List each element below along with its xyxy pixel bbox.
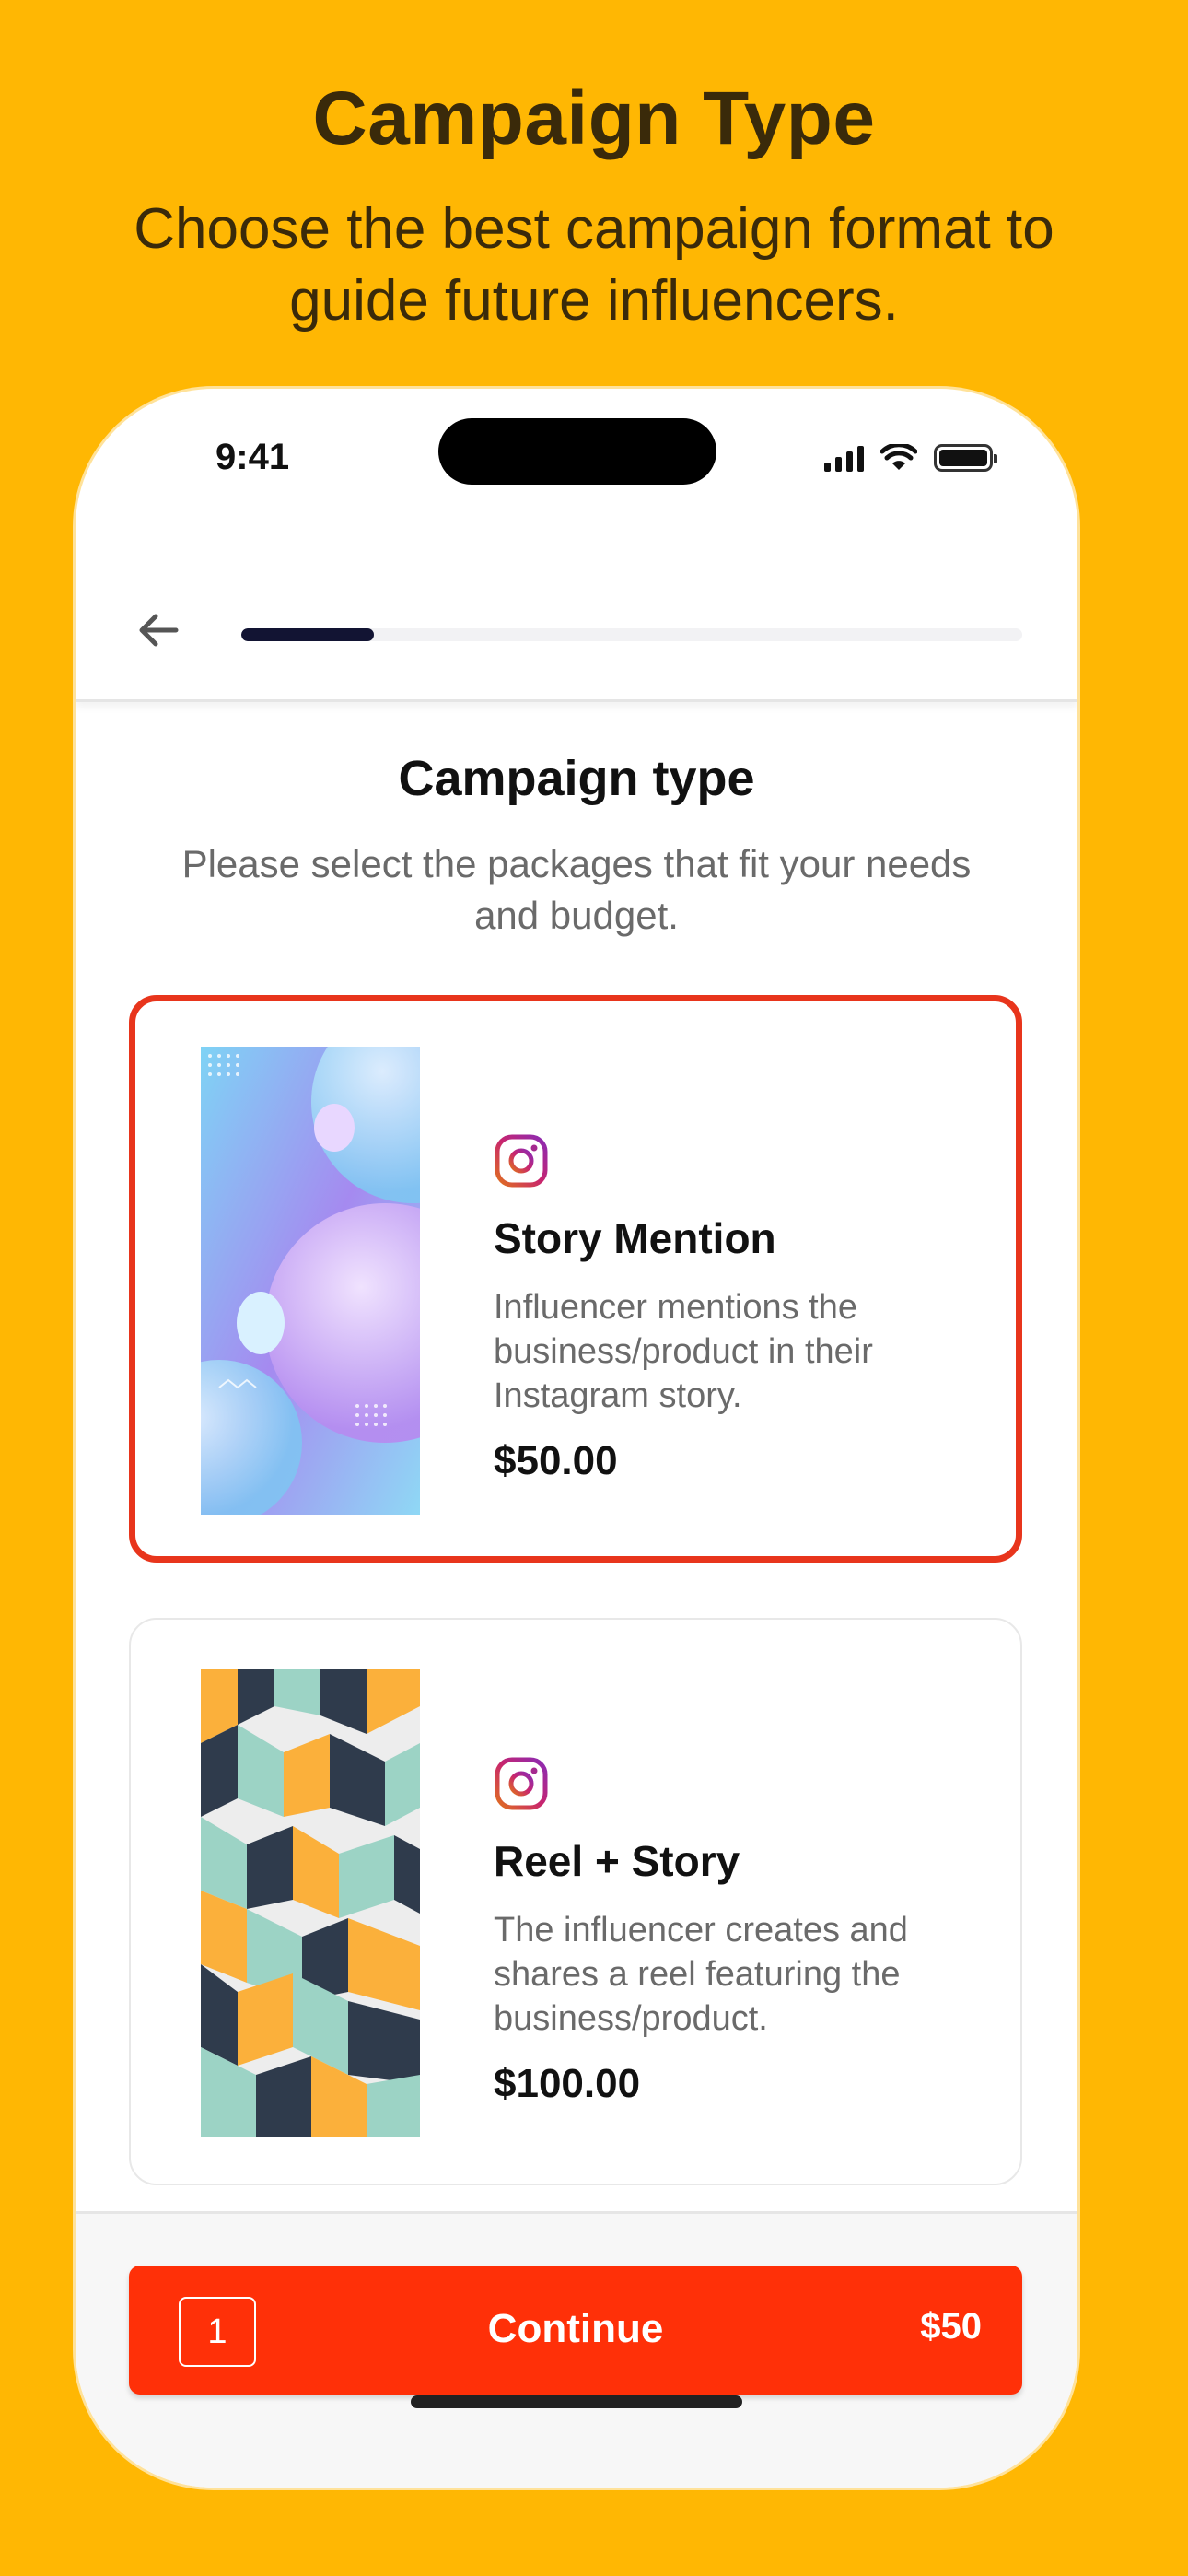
package-card-reel-story[interactable]: Reel + Story The influencer creates and … — [129, 1618, 1022, 2185]
dynamic-island — [438, 418, 716, 485]
app-screen: Campaign Type Choose the best campaign f… — [0, 0, 1188, 2576]
page-title: Campaign type — [398, 751, 755, 806]
package-image — [201, 1047, 420, 1515]
back-button[interactable] — [131, 603, 186, 658]
continue-button[interactable]: 1 Continue $50 — [129, 2266, 1022, 2395]
home-indicator — [411, 2395, 742, 2408]
package-name: Story Mention — [494, 1214, 776, 1262]
progress-fill — [241, 628, 375, 641]
arrow-left-icon — [139, 614, 179, 647]
total-price: $50 — [920, 2306, 982, 2347]
status-time: 9:41 — [215, 437, 290, 477]
wifi-icon — [880, 444, 917, 470]
package-price: $100.00 — [494, 2061, 641, 2106]
package-description: Influencer mentions the business/product… — [494, 1288, 873, 1415]
phone-frame: 9:41 Campaign type Please select the pac… — [76, 389, 1077, 2488]
battery-icon — [934, 444, 997, 472]
page-subtitle: Please select the packages that fit your… — [181, 842, 972, 937]
progress-bar — [241, 628, 1022, 641]
package-description: The influencer creates and shares a reel… — [494, 1911, 908, 2038]
package-name: Reel + Story — [494, 1837, 740, 1885]
instagram-icon — [495, 1757, 548, 1810]
bottom-action-bar: 1 Continue $50 — [76, 2211, 1077, 2488]
instagram-icon — [495, 1134, 548, 1188]
status-icons — [824, 444, 997, 472]
package-image — [201, 1669, 420, 2137]
package-card-story-mention[interactable]: Story Mention Influencer mentions the bu… — [129, 995, 1022, 1563]
cellular-signal-icon — [824, 444, 864, 472]
package-price: $50.00 — [494, 1438, 618, 1483]
package-info: Story Mention Influencer mentions the bu… — [494, 1133, 979, 1484]
promo-title: Campaign Type — [312, 76, 876, 160]
nav-header — [76, 564, 1077, 702]
promo-subtitle: Choose the best campaign format to guide… — [134, 197, 1054, 333]
continue-label: Continue — [487, 2306, 664, 2351]
package-info: Reel + Story The influencer creates and … — [494, 1756, 984, 2107]
